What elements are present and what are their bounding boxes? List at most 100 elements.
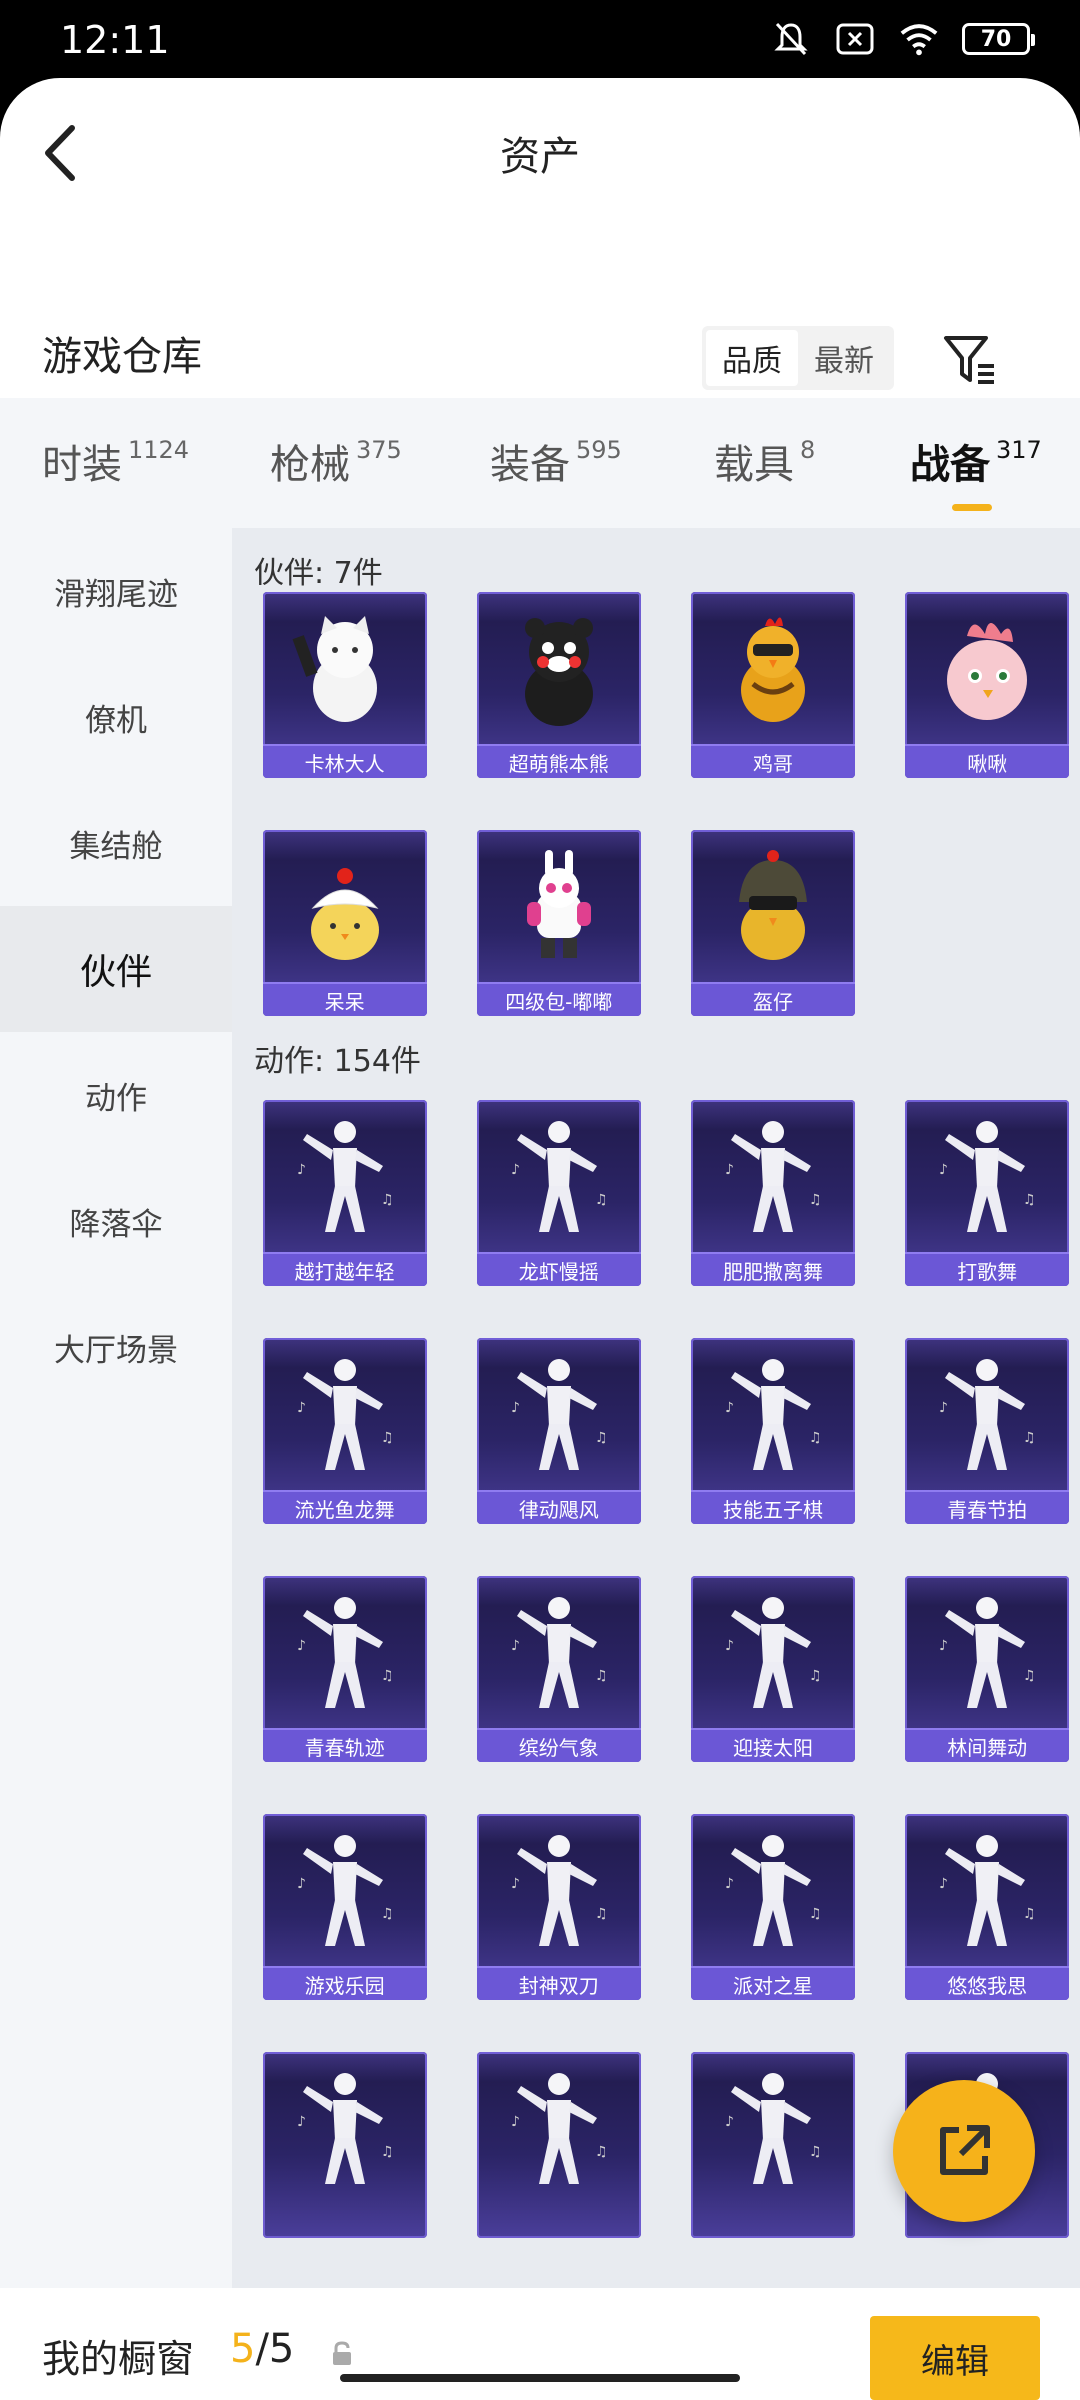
item-card[interactable]: 超萌熊本熊 [476, 592, 641, 778]
tab-equipment[interactable]: 装备 595 [490, 432, 622, 490]
item-card[interactable]: ♪ ♫ 缤纷气象 [476, 1576, 641, 1762]
yellow-chick-icon [310, 868, 379, 960]
black-bear-icon [524, 618, 593, 726]
item-name: 律动飓风 [476, 1490, 641, 1524]
subcategory-sidebar: 滑翔尾迹 僚机 集结舱 伙伴 动作 降落伞 大厅场景 [0, 528, 232, 2288]
dance-figure-icon: ♪♫ [511, 1121, 607, 1232]
svg-text:♫: ♫ [381, 1430, 394, 1446]
sidebar-item-emotes[interactable]: 动作 [0, 1032, 232, 1158]
item-card[interactable]: 卡林大人 [262, 592, 427, 778]
item-name: 呆呆 [262, 982, 427, 1016]
item-card[interactable]: 呆呆 [262, 830, 427, 1016]
item-card[interactable]: ♪ ♫ 封神双刀 [476, 1814, 641, 2000]
dance-figure-icon: ♪♫ [297, 1121, 393, 1232]
showcase-label: 我的橱窗 [42, 2337, 195, 2381]
item-card[interactable]: ♪ ♫ 派对之星 [691, 1814, 855, 2000]
dance-figure-icon: ♪♫ [725, 1359, 822, 1470]
item-card[interactable]: ♪ ♫ 青春节拍 [905, 1338, 1070, 1524]
item-card[interactable]: ♪♫ [476, 2052, 641, 2238]
item-card[interactable]: ♪ ♫ 迎接太阳 [691, 1576, 855, 1762]
tab-label: 枪械 [270, 442, 350, 488]
item-name: 流光鱼龙舞 [262, 1490, 427, 1524]
svg-text:♫: ♫ [809, 1668, 822, 1684]
svg-text:♫: ♫ [381, 1906, 394, 1922]
external-link-icon [940, 2125, 990, 2175]
header: 资产 [0, 78, 1080, 228]
item-card[interactable]: ♪ ♫ 悠悠我思 [905, 1814, 1070, 2000]
item-name: 青春节拍 [905, 1490, 1070, 1524]
svg-text:♪: ♪ [511, 1162, 520, 1178]
svg-text:♫: ♫ [809, 1430, 822, 1446]
tab-active-indicator [952, 504, 992, 511]
tab-vehicles[interactable]: 载具 8 [714, 432, 815, 490]
sort-by-newest[interactable]: 最新 [798, 330, 890, 386]
dance-figure-icon: ♪♫ [725, 1121, 822, 1232]
edit-button[interactable]: 编辑 [870, 2316, 1040, 2400]
item-card[interactable]: ♪ ♫ 越打越年轻 [262, 1100, 427, 1286]
sidebar-item-parachute[interactable]: 降落伞 [0, 1158, 232, 1284]
tab-label: 装备 [490, 442, 570, 488]
lock-icon [333, 2341, 351, 2365]
item-card[interactable]: ♪ ♫ 打歌舞 [905, 1100, 1070, 1286]
share-button[interactable] [893, 2080, 1035, 2222]
item-card[interactable]: 啾啾 [905, 592, 1070, 778]
dance-figure-icon: ♪♫ [939, 1121, 1036, 1232]
item-card[interactable]: ♪ ♫ 龙虾慢摇 [476, 1100, 641, 1286]
item-card[interactable]: ♪ ♫ 游戏乐园 [262, 1814, 427, 2000]
chicken-icon [741, 617, 805, 722]
partners-group-title: 伙伴: 7件 [254, 556, 383, 591]
item-card[interactable]: ♪ ♫ 林间舞动 [905, 1576, 1070, 1762]
item-card[interactable]: ♪♫ [691, 2052, 855, 2238]
tab-fashion[interactable]: 时装 1124 [42, 432, 189, 490]
item-card[interactable]: 盔仔 [691, 830, 855, 1016]
svg-text:♫: ♫ [595, 1668, 608, 1684]
dance-figure-icon: ♪♫ [297, 1835, 394, 1946]
svg-text:♪: ♪ [297, 2114, 306, 2130]
wifi-icon [898, 20, 940, 58]
item-card[interactable]: ♪ ♫ 青春轨迹 [262, 1576, 427, 1762]
dance-figure-icon: ♪♫ [297, 1597, 393, 1708]
svg-text:♪: ♪ [297, 1162, 306, 1178]
sidebar-item-wingman[interactable]: 僚机 [0, 654, 232, 780]
item-card[interactable]: ♪ ♫ 流光鱼龙舞 [262, 1338, 427, 1524]
tab-count: 595 [576, 436, 622, 464]
item-card[interactable]: 四级包-嘟嘟 [476, 830, 641, 1016]
item-name: 青春轨迹 [262, 1728, 427, 1762]
svg-text:♫: ♫ [1023, 1906, 1036, 1922]
sidebar-item-lobby-scene[interactable]: 大厅场景 [0, 1284, 232, 1410]
item-card[interactable]: ♪♫ [262, 2052, 427, 2238]
sort-by-quality[interactable]: 品质 [706, 330, 798, 386]
item-card[interactable]: ♪ ♫ 技能五子棋 [691, 1338, 855, 1524]
svg-text:♪: ♪ [939, 1876, 948, 1892]
dance-figure-icon: ♪♫ [297, 2073, 393, 2184]
sidebar-item-glide-trail[interactable]: 滑翔尾迹 [0, 528, 232, 654]
dance-figure-icon: ♪♫ [725, 1597, 822, 1708]
item-card[interactable]: 鸡哥 [691, 592, 855, 778]
svg-text:♪: ♪ [297, 1876, 306, 1892]
svg-text:♪: ♪ [725, 1638, 734, 1654]
sidebar-item-rally-pod[interactable]: 集结舱 [0, 780, 232, 906]
tab-count: 1124 [128, 436, 190, 464]
showcase-count: 5/5 [230, 2326, 294, 2372]
item-name: 龙虾慢摇 [476, 1252, 641, 1286]
svg-text:♫: ♫ [1023, 1192, 1036, 1208]
svg-text:♪: ♪ [511, 1400, 520, 1416]
item-card[interactable]: ♪ ♫ 肥肥撒离舞 [691, 1100, 855, 1286]
tab-label: 时装 [42, 442, 122, 488]
dance-figure-icon: ♪♫ [725, 2073, 822, 2184]
filter-button[interactable] [940, 330, 1000, 390]
sidebar-item-partners[interactable]: 伙伴 [0, 906, 232, 1032]
svg-text:♫: ♫ [809, 2144, 822, 2160]
item-name: 啾啾 [905, 744, 1070, 778]
svg-text:♪: ♪ [939, 1638, 948, 1654]
item-card[interactable]: ♪ ♫ 律动飓风 [476, 1338, 641, 1524]
dance-figure-icon: ♪♫ [939, 1597, 1036, 1708]
item-name: 技能五子棋 [691, 1490, 855, 1524]
item-name: 四级包-嘟嘟 [476, 982, 641, 1016]
item-name: 打歌舞 [905, 1252, 1070, 1286]
home-indicator [340, 2374, 740, 2382]
tab-battle-prep[interactable]: 战备 317 [910, 432, 1042, 490]
svg-text:♪: ♪ [297, 1400, 306, 1416]
warehouse-title: 游戏仓库 [42, 334, 202, 380]
tab-firearms[interactable]: 枪械 375 [270, 432, 402, 490]
